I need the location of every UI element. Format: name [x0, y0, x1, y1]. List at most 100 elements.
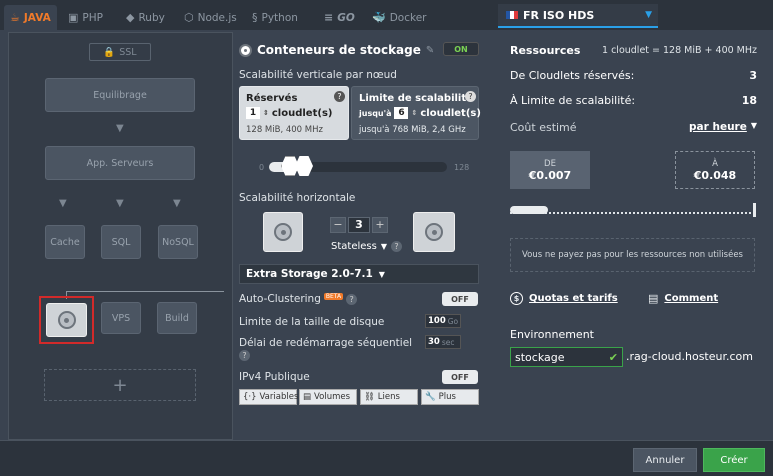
reserved-box: Réservés ? 1 ⇕ cloudlet(s) 128 MiB, 400 …	[239, 86, 349, 140]
quotas-link[interactable]: $ Quotas et tarifs	[510, 292, 618, 305]
tab-ruby[interactable]: ◆ Ruby	[120, 5, 171, 30]
add-node-button[interactable]: +	[44, 369, 196, 401]
cost-label: Coût estimé	[510, 121, 577, 134]
caret-down-icon: ▼	[750, 121, 757, 130]
limit-row: jusqu'à 6 ⇕ cloudlet(s)	[359, 107, 481, 119]
disk-icon	[274, 223, 292, 241]
environment-label: Environnement	[510, 328, 594, 341]
stepper-arrows-icon[interactable]: ⇕	[411, 109, 417, 117]
edit-icon[interactable]: ✎	[426, 45, 434, 56]
tab-nodejs[interactable]: ⬡ Node.js	[178, 5, 243, 30]
storage-config-panel: Conteneurs de stockage ✎ ON Scalabilité …	[233, 32, 496, 440]
auto-clustering-toggle[interactable]: OFF	[442, 292, 478, 306]
cost-period-dropdown[interactable]: par heure ▼	[689, 121, 757, 133]
node-left	[263, 212, 303, 252]
reserved-value: 3	[749, 69, 757, 82]
cancel-button[interactable]: Annuler	[633, 448, 697, 472]
help-icon[interactable]: ?	[465, 91, 476, 102]
docker-icon: 🐳	[372, 11, 386, 24]
decrement-button[interactable]: −	[330, 217, 346, 233]
topology-panel: 🔒 SSL Equilibrage ▼ App. Serveurs ▼ ▼ ▼ C…	[8, 32, 233, 440]
help-icon[interactable]: ?	[334, 91, 345, 102]
tab-php[interactable]: ▣ PHP	[62, 5, 109, 30]
ruby-icon: ◆	[126, 11, 135, 24]
disk-icon	[425, 223, 443, 241]
cloudlet-info: 1 cloudlet = 128 MiB + 400 MHz	[602, 45, 757, 56]
limit-cloudlets-input[interactable]: 6	[394, 107, 409, 119]
slider-max: 128	[454, 163, 470, 172]
ipv4-toggle[interactable]: OFF	[442, 370, 478, 384]
reserved-label: De Cloudlets réservés:	[510, 69, 635, 82]
links-button[interactable]: ⛓ Liens	[360, 389, 418, 405]
help-icon[interactable]: ?	[346, 293, 358, 305]
tab-docker[interactable]: 🐳 Docker	[366, 5, 432, 30]
arrow-down-icon: ▼	[173, 198, 181, 209]
vertical-scaling-label: Scalabilité verticale par nœud	[239, 69, 397, 81]
auto-clustering-row: Auto-Clustering BETA ?	[239, 292, 358, 305]
increment-button[interactable]: +	[372, 217, 388, 233]
variables-button[interactable]: {·} Variables	[239, 389, 298, 405]
reserved-info: 128 MiB, 400 MHz	[246, 125, 323, 135]
price-from: DE €0.007	[510, 151, 590, 189]
go-icon: ≡	[324, 11, 334, 24]
resources-panel: FR ISO HDS ▼ Ressources 1 cloudlet = 128…	[498, 0, 773, 440]
region-dropdown[interactable]: FR ISO HDS ▼	[498, 4, 658, 28]
cache-node[interactable]: Cache	[45, 225, 85, 259]
cloudlet-slider-handle[interactable]	[281, 156, 317, 176]
storage-node[interactable]	[46, 303, 87, 337]
volumes-button[interactable]: ▤ Volumes	[299, 389, 357, 405]
lock-icon: 🔒	[103, 46, 116, 58]
reserved-cloudlets-input[interactable]: 1	[246, 107, 260, 119]
beta-badge: BETA	[323, 292, 344, 300]
python-icon: §	[252, 11, 258, 24]
tab-java[interactable]: ☕ JAVA	[4, 5, 57, 30]
ssl-toggle[interactable]: 🔒 SSL	[89, 43, 151, 61]
tab-python[interactable]: § Python	[246, 5, 304, 30]
version-dropdown[interactable]: Extra Storage 2.0-7.1 ▼	[239, 264, 479, 284]
stateless-dropdown[interactable]: Stateless ▼ ?	[331, 241, 402, 252]
balancing-node[interactable]: Equilibrage	[45, 78, 195, 112]
limit-value: 18	[741, 94, 757, 107]
restart-delay-input[interactable]: 30 sec	[425, 335, 461, 349]
environment-domain: .rag-cloud.hosteur.com	[626, 350, 753, 363]
engine-tabbar: ☕ JAVA ▣ PHP ◆ Ruby ⬡ Node.js § Python ≡ GO 🐳 D…	[0, 0, 498, 30]
disk-limit-input[interactable]: 100 Go	[425, 314, 461, 328]
panel-header: Conteneurs de stockage ✎	[239, 43, 434, 57]
restart-delay-label: Délai de redémarrage séquentiel	[239, 337, 413, 349]
reserved-title: Réservés	[246, 93, 298, 104]
wrench-icon: 🔧	[425, 392, 436, 402]
check-icon: ✔	[608, 350, 618, 364]
storage-icon	[239, 43, 252, 57]
help-icon[interactable]: ?	[390, 241, 402, 252]
nosql-node[interactable]: NoSQL	[158, 225, 198, 259]
sql-node[interactable]: SQL	[101, 225, 141, 259]
app-servers-node[interactable]: App. Serveurs	[45, 146, 195, 180]
stepper-arrows-icon[interactable]: ⇕	[263, 109, 269, 117]
dollar-icon: $	[510, 292, 523, 305]
limit-title: Limite de scalabilité	[359, 93, 473, 104]
disk-icon	[57, 311, 76, 329]
horizontal-scaling-label: Scalabilité horizontale	[239, 192, 356, 204]
storage-on-toggle[interactable]: ON	[443, 42, 479, 56]
tab-go[interactable]: ≡ GO	[318, 5, 361, 30]
comment-link[interactable]: ▤ Comment	[648, 292, 718, 305]
caret-down-icon: ▼	[380, 242, 387, 251]
vps-node[interactable]: VPS	[101, 302, 141, 334]
create-button[interactable]: Créer	[703, 448, 765, 472]
build-node[interactable]: Build	[157, 302, 197, 334]
storage-node-selected[interactable]	[39, 296, 94, 344]
more-button[interactable]: 🔧 Plus	[421, 389, 479, 405]
cost-range-fill	[510, 206, 548, 214]
folder-icon: ▤	[303, 392, 312, 402]
scaling-limit-box: Limite de scalabilité ? jusqu'à 6 ⇕ clou…	[351, 86, 481, 140]
environment-name-input[interactable]: stockage ✔	[510, 347, 623, 367]
slider-min: 0	[259, 163, 265, 172]
panel-title: Conteneurs de stockage	[257, 43, 421, 57]
france-flag-icon	[506, 11, 518, 19]
help-icon[interactable]: ?	[239, 350, 250, 361]
unused-note: Vous ne payez pas pour les ressources no…	[510, 238, 755, 272]
node-count-input[interactable]: 3	[348, 217, 370, 233]
limit-label: À Limite de scalabilité:	[510, 94, 636, 107]
braces-icon: {·}	[243, 392, 257, 402]
node-right	[413, 212, 455, 252]
